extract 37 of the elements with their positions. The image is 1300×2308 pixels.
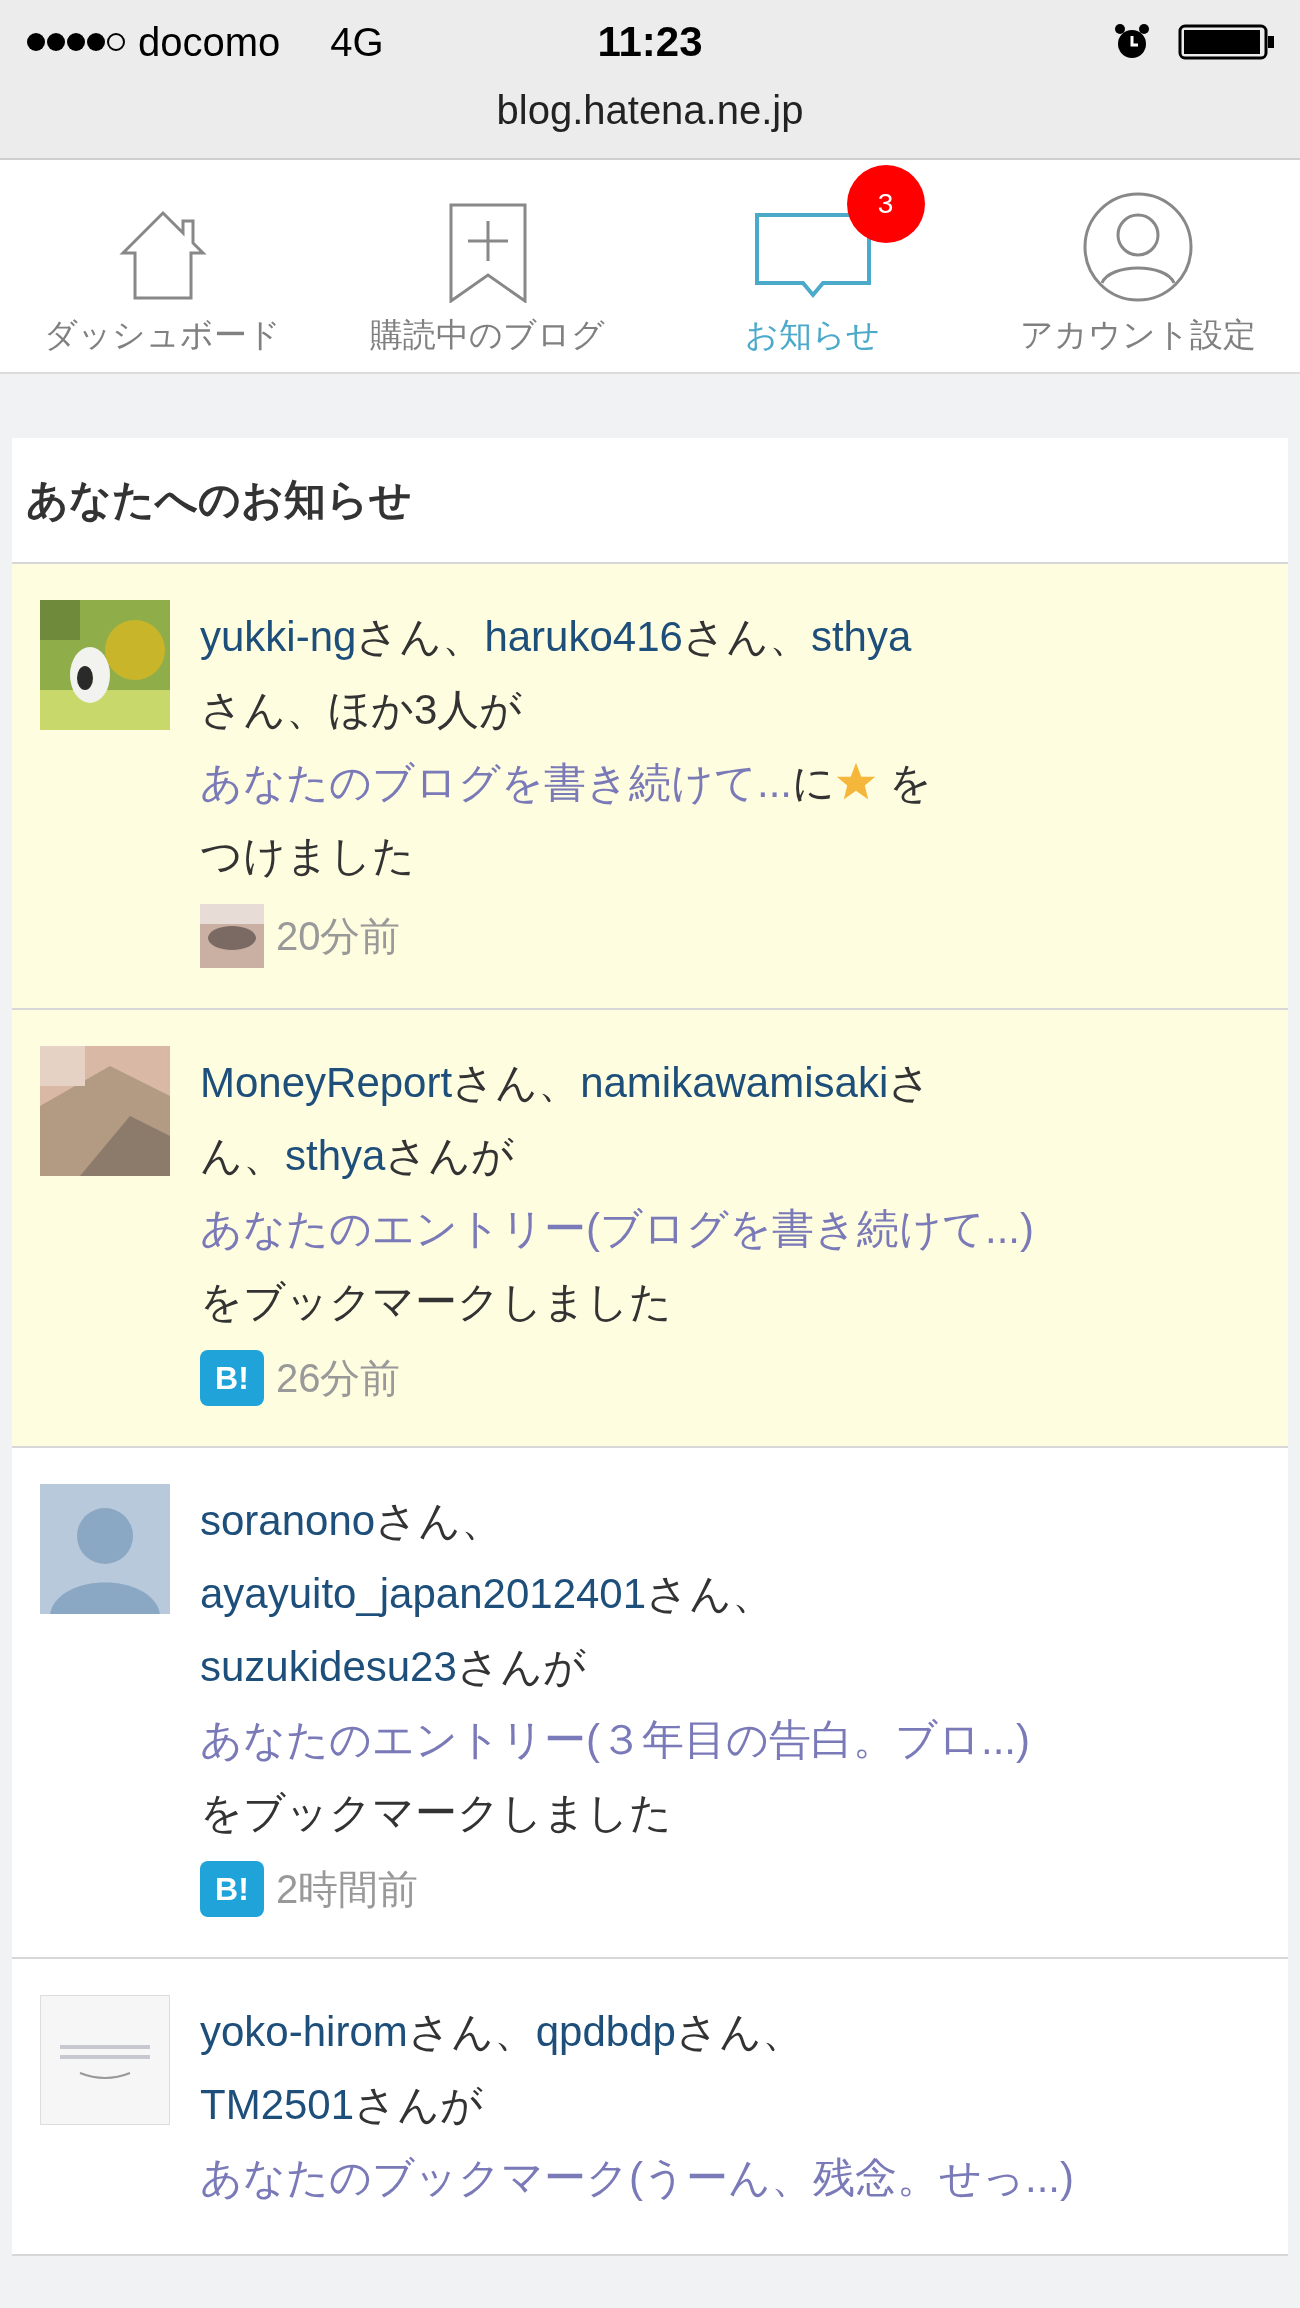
user-link[interactable]: suzukidesu23 bbox=[200, 1643, 457, 1690]
user-link[interactable]: TM2501 bbox=[200, 2081, 355, 2128]
carrier-name: docomo bbox=[138, 19, 281, 65]
nav-tab[interactable]: 3 お知らせ bbox=[650, 160, 975, 372]
account-icon bbox=[1081, 191, 1194, 303]
battery-icon bbox=[1178, 24, 1276, 60]
nav-tab[interactable]: 購読中のブログ bbox=[325, 160, 650, 372]
timestamp: 2時間前 bbox=[276, 1865, 419, 1913]
nav-tab[interactable]: アカウント設定 bbox=[975, 160, 1300, 372]
entry-link[interactable]: あなたのブログを書き続けて... bbox=[200, 759, 792, 806]
bookmark-badge: B! bbox=[200, 1861, 264, 1917]
notification-item[interactable]: yukki-ngさん、haruko416さん、sthya さん、ほか3人が あなたのブログを書き続けて...に をつけました 20分前 bbox=[12, 564, 1288, 1010]
timestamp: 26分前 bbox=[276, 1354, 401, 1402]
entry-link[interactable]: あなたのエントリー(３年目の告白。ブロ...) bbox=[200, 1716, 1030, 1763]
avatar-icon bbox=[40, 1484, 170, 1614]
entry-link[interactable]: あなたのブックマーク(うーん、残念。せっ...) bbox=[200, 2154, 1074, 2201]
bookmark-badge: B! bbox=[200, 1350, 264, 1406]
user-link[interactable]: haruko416 bbox=[484, 613, 683, 660]
entry-link[interactable]: あなたのエントリー(ブログを書き続けて...) bbox=[200, 1205, 1034, 1252]
user-link[interactable]: ayayuito_japan2012401 bbox=[200, 1570, 647, 1617]
user-link[interactable]: yukki-ng bbox=[200, 613, 357, 660]
user-link[interactable]: yoko-hirom bbox=[200, 2008, 408, 2055]
user-link[interactable]: qpdbdp bbox=[535, 2008, 676, 2055]
signal-icon bbox=[26, 31, 126, 53]
user-link[interactable]: soranono bbox=[200, 1497, 376, 1544]
user-link[interactable]: MoneyReport bbox=[200, 1059, 453, 1106]
count-badge: 3 bbox=[846, 165, 925, 243]
address-bar[interactable]: blog.hatena.ne.jp bbox=[496, 88, 804, 133]
user-link[interactable]: sthya bbox=[810, 613, 912, 660]
user-link[interactable]: namikawamisaki bbox=[580, 1059, 889, 1106]
clock-time: 11:23 bbox=[597, 18, 703, 66]
network-type: 4G bbox=[330, 19, 384, 65]
user-link[interactable]: sthya bbox=[285, 1132, 386, 1179]
notification-item[interactable]: MoneyReportさん、namikawamisakiさん、sthyaさんが あなたのエントリー(ブログを書き続けて...) をブックマークしました B! 26分前 bbox=[12, 1010, 1288, 1448]
nav-tab[interactable]: ダッシュボード bbox=[0, 160, 325, 372]
timestamp: 20分前 bbox=[276, 912, 401, 960]
notification-message: yukki-ngさん、haruko416さん、sthya さん、ほか3人が あなたのブログを書き続けて...に をつけました bbox=[200, 612, 933, 881]
